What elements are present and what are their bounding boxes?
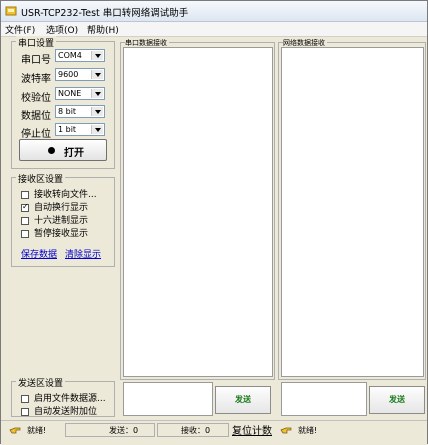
checkbox[interactable] (21, 229, 29, 238)
auto-wrap-option[interactable]: 自动换行显示 (21, 200, 89, 213)
option-label: 自动发送附加位 (34, 407, 98, 417)
chevron-down-icon[interactable] (91, 51, 103, 60)
parity-value: NONE (58, 89, 82, 98)
reset-counter-link[interactable]: 复位计数 (232, 422, 272, 437)
hex-display-option[interactable]: 十六进制显示 (21, 213, 89, 226)
status-dot-icon (48, 147, 55, 154)
checkbox-checked[interactable] (21, 202, 29, 212)
status-ready-left: 就绪! (27, 426, 47, 435)
stopbits-value: 1 bit (58, 125, 77, 134)
file-source-option[interactable]: 启用文件数据源... (21, 391, 106, 404)
sent-counter: 发送：0 (109, 426, 139, 435)
title-bar: USR-TCP232-Test 串口转网络调试助手 (1, 1, 427, 22)
menu-bar: 文件(F) 选项(O) 帮助(H) (1, 22, 427, 37)
open-port-button[interactable]: 打开 (19, 139, 107, 161)
menu-options[interactable]: 选项(O) (46, 23, 78, 36)
auto-append-option[interactable]: 自动发送附加位 (21, 404, 98, 417)
serial-settings-title: 串口设置 (16, 36, 57, 49)
receive-settings-title: 接收区设置 (16, 172, 66, 185)
receive-to-file-option[interactable]: 接收转向文件... (21, 187, 97, 200)
save-data-link[interactable]: 保存数据 (21, 247, 57, 260)
checkbox[interactable] (21, 190, 29, 199)
serial-receive-area[interactable] (123, 47, 273, 377)
databits-label: 数据位 (21, 111, 51, 122)
baud-value: 9600 (58, 70, 79, 79)
option-label: 十六进制显示 (34, 216, 89, 226)
checkbox[interactable] (21, 216, 29, 225)
checkbox[interactable] (21, 394, 29, 403)
parity-label: 校验位 (21, 93, 51, 104)
serial-send-button[interactable]: 发送 (215, 386, 271, 414)
option-label: 自动换行显示 (34, 203, 89, 213)
pause-display-option[interactable]: 暂停接收显示 (21, 226, 89, 239)
checkbox[interactable] (21, 407, 29, 416)
hand-pointer-icon (280, 427, 292, 434)
status-bar: 就绪! 发送：0 接收：0 复位计数 就绪! (1, 420, 427, 445)
menu-help[interactable]: 帮助(H) (87, 23, 119, 36)
databits-select[interactable]: 8 bit (55, 105, 105, 118)
received-counter: 接收：0 (181, 426, 211, 435)
option-label: 接收转向文件... (34, 190, 97, 200)
serial-send-input[interactable] (123, 382, 213, 416)
open-port-label: 打开 (64, 148, 84, 159)
network-send-input[interactable] (281, 382, 367, 416)
send-settings-title: 发送区设置 (16, 376, 66, 389)
stopbits-select[interactable]: 1 bit (55, 123, 105, 136)
status-ready-right: 就绪! (298, 426, 318, 435)
port-value: COM4 (58, 51, 82, 60)
network-send-button[interactable]: 发送 (369, 386, 425, 414)
baud-label: 波特率 (21, 74, 51, 85)
hand-pointer-icon (9, 427, 21, 434)
parity-select[interactable]: NONE (55, 87, 105, 100)
baud-select[interactable]: 9600 (55, 68, 105, 81)
chevron-down-icon[interactable] (91, 125, 103, 134)
databits-value: 8 bit (58, 107, 77, 116)
chevron-down-icon[interactable] (91, 107, 103, 116)
network-receive-area[interactable] (281, 47, 424, 377)
chevron-down-icon[interactable] (91, 70, 103, 79)
port-label: 串口号 (21, 55, 51, 66)
app-icon (5, 6, 17, 16)
clear-display-link[interactable]: 清除显示 (65, 247, 101, 260)
option-label: 启用文件数据源... (34, 394, 106, 404)
option-label: 暂停接收显示 (34, 229, 89, 239)
app-window: USR-TCP232-Test 串口转网络调试助手 文件(F) 选项(O) 帮助… (0, 0, 428, 445)
window-title: USR-TCP232-Test 串口转网络调试助手 (21, 8, 189, 19)
stopbits-label: 停止位 (21, 129, 51, 140)
chevron-down-icon[interactable] (91, 89, 103, 98)
menu-file[interactable]: 文件(F) (5, 23, 35, 36)
port-select[interactable]: COM4 (55, 49, 105, 62)
